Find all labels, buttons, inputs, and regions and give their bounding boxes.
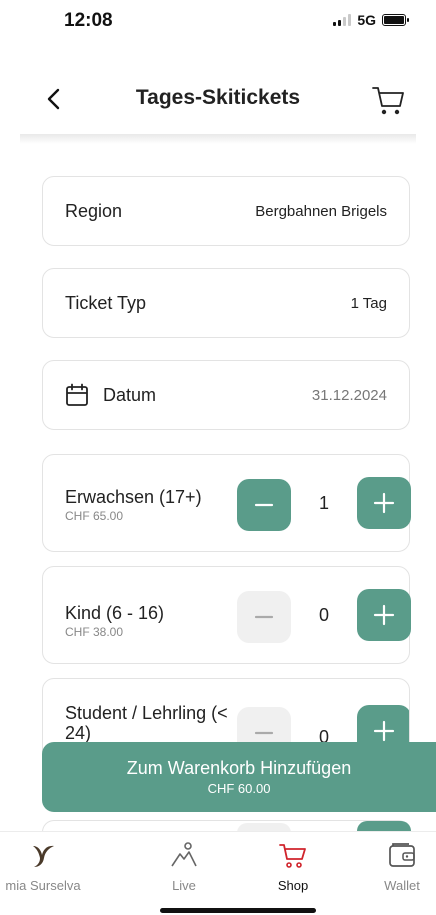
decrease-button[interactable] [237,479,291,531]
ticket-category-child: Kind (6 - 16) CHF 38.00 0 [42,566,411,664]
ticket-category-adult: Erwachsen (17+) CHF 65.00 1 [42,454,411,552]
mountain-pin-icon [169,840,199,870]
minus-icon [254,503,274,507]
shopping-cart-icon [372,87,404,115]
date-left: Datum [65,383,156,407]
category-text: Erwachsen (17+) CHF 65.00 [65,487,202,523]
increase-button[interactable] [357,589,411,641]
minus-icon [254,731,274,735]
increase-button[interactable] [357,477,411,529]
status-time: 12:08 [64,10,113,31]
add-to-cart-button[interactable]: Zum Warenkorb Hinzufügen CHF 60.00 [42,742,436,812]
region-label: Region [65,200,123,221]
category-name: Erwachsen (17+) [65,487,202,507]
date-label: Datum [103,384,157,405]
tab-bar: mia Surselva Live Shop Wallet [0,831,436,915]
decrease-button[interactable] [237,591,291,643]
add-to-cart-label: Zum Warenkorb Hinzufügen [126,758,352,778]
battery-icon [382,14,409,26]
plus-icon [373,720,395,742]
header: Tages-Skitickets [0,72,436,132]
tab-label: Shop [277,878,309,893]
ticket-type-value: 1 Tag [350,294,387,312]
ticket-type-selector[interactable]: Ticket Typ 1 Tag [42,268,410,338]
category-name: Kind (6 - 16) [65,603,165,623]
region-selector[interactable]: Region Bergbahnen Brigels [42,176,410,246]
header-divider [20,134,416,144]
date-selector[interactable]: Datum 31.12.2024 [42,360,410,430]
add-to-cart-total: CHF 60.00 [207,781,271,796]
category-name: Student / Lehrling (< 24) [65,703,228,743]
tab-live[interactable]: Live [139,840,229,893]
minus-icon [254,615,274,619]
wallet-icon [387,840,417,870]
category-price: CHF 65.00 [65,509,124,523]
plus-icon [373,604,395,626]
category-text: Student / Lehrling (< 24) [65,703,245,743]
quantity-value: 1 [318,493,329,513]
tab-shop[interactable]: Shop [248,840,338,893]
category-text: Kind (6 - 16) CHF 38.00 [65,603,164,639]
status-indicators: 5G [333,12,409,28]
status-bar: 12:08 5G [0,0,436,50]
home-indicator [160,908,316,913]
calendar-icon [66,383,88,406]
tab-label: Wallet [384,878,420,893]
region-value: Bergbahnen Brigels [255,202,387,220]
shopping-cart-icon [278,840,308,870]
category-price: CHF 38.00 [65,625,124,639]
signal-icon [333,14,352,26]
cart-button[interactable] [370,82,406,118]
date-value: 31.12.2024 [311,386,387,404]
ticket-type-label: Ticket Typ [65,292,147,313]
tab-mia-surselva[interactable]: mia Surselva [0,840,88,893]
quantity-value: 0 [318,605,329,625]
network-type: 5G [357,12,376,28]
mia-surselva-logo-icon [28,840,58,870]
tab-wallet[interactable]: Wallet [357,840,436,893]
tab-label: mia Surselva [5,878,81,893]
plus-icon [373,492,395,514]
tab-label: Live [172,878,196,893]
